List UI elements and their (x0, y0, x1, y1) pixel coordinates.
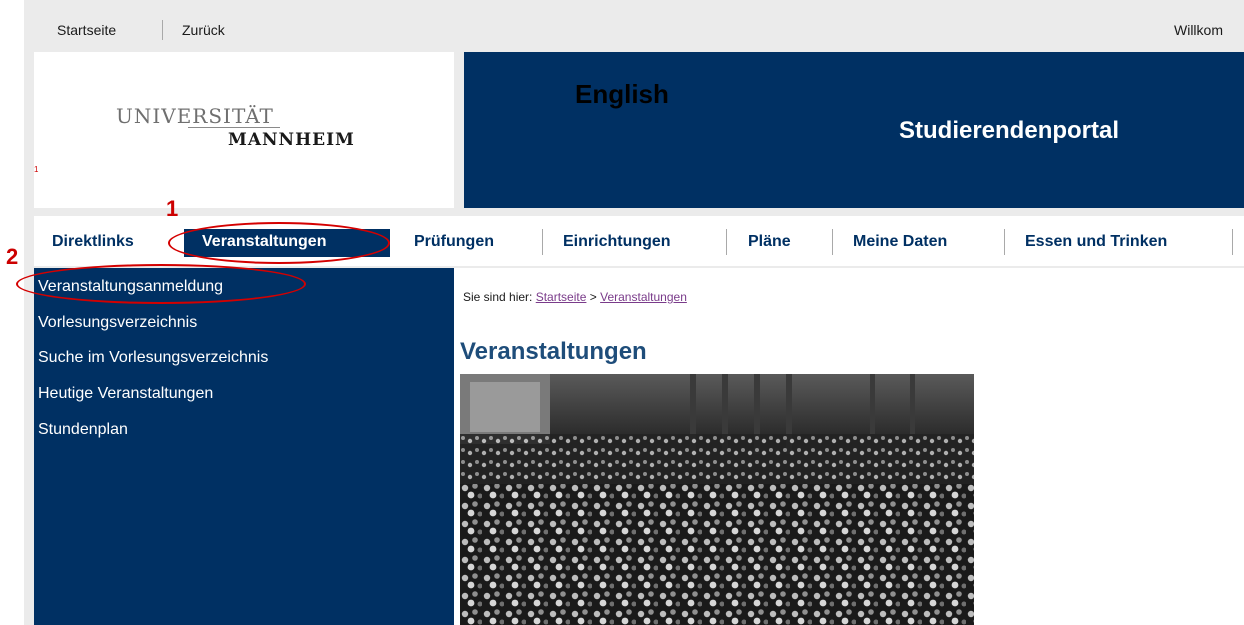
logo-text-universitaet: UNIVERSITÄT (116, 104, 274, 128)
sidebar-item-vorlesungsverzeichnis[interactable]: Vorlesungsverzeichnis (38, 314, 197, 332)
language-link-english[interactable]: English (575, 79, 669, 110)
nav-separator (832, 229, 833, 255)
frame-divider (454, 52, 464, 210)
breadcrumb-separator: > (589, 290, 597, 304)
annotation-ellipse-2 (16, 264, 306, 304)
nav-separator (726, 229, 727, 255)
logo-divider (188, 127, 280, 128)
home-link[interactable]: Startseite (57, 22, 116, 38)
nav-item-pruefungen[interactable]: Prüfungen (414, 233, 494, 251)
page-title: Veranstaltungen (460, 338, 647, 365)
nav-item-meine-daten[interactable]: Meine Daten (853, 233, 947, 251)
nav-separator (1232, 229, 1233, 255)
page-margin (0, 0, 24, 625)
annotation-ellipse-1 (168, 222, 390, 264)
header-banner (464, 52, 1244, 208)
back-link[interactable]: Zurück (182, 22, 225, 38)
nav-separator (542, 229, 543, 255)
nav-separator (1004, 229, 1005, 255)
portal-title: Studierendenportal (899, 117, 1120, 144)
breadcrumb: Sie sind hier: Startseite > Veranstaltun… (463, 290, 687, 304)
annotation-step-1: 1 (166, 196, 179, 221)
nav-item-direktlinks[interactable]: Direktlinks (52, 233, 134, 251)
topbar-separator (162, 20, 163, 40)
welcome-text: Willkom (1174, 22, 1223, 38)
sidebar-item-suche[interactable]: Suche im Vorlesungsverzeichnis (38, 349, 268, 367)
breadcrumb-current-link[interactable]: Veranstaltungen (600, 290, 687, 304)
breadcrumb-prefix: Sie sind hier: (463, 290, 533, 304)
frame-left-border (24, 52, 34, 625)
frame-bottom-border (24, 208, 1244, 216)
lecture-hall-photo (460, 374, 974, 625)
sidebar-item-heutige-veranstaltungen[interactable]: Heutige Veranstaltungen (38, 385, 213, 403)
nav-item-essen-und-trinken[interactable]: Essen und Trinken (1025, 233, 1167, 251)
logo-footnote-mark: 1 (34, 165, 39, 174)
logo-text-mannheim: MANNHEIM (228, 130, 355, 150)
breadcrumb-home-link[interactable]: Startseite (536, 290, 587, 304)
annotation-step-2: 2 (6, 244, 19, 269)
nav-item-einrichtungen[interactable]: Einrichtungen (563, 233, 671, 251)
sidebar-item-stundenplan[interactable]: Stundenplan (38, 421, 128, 439)
nav-item-plaene[interactable]: Pläne (748, 233, 791, 251)
